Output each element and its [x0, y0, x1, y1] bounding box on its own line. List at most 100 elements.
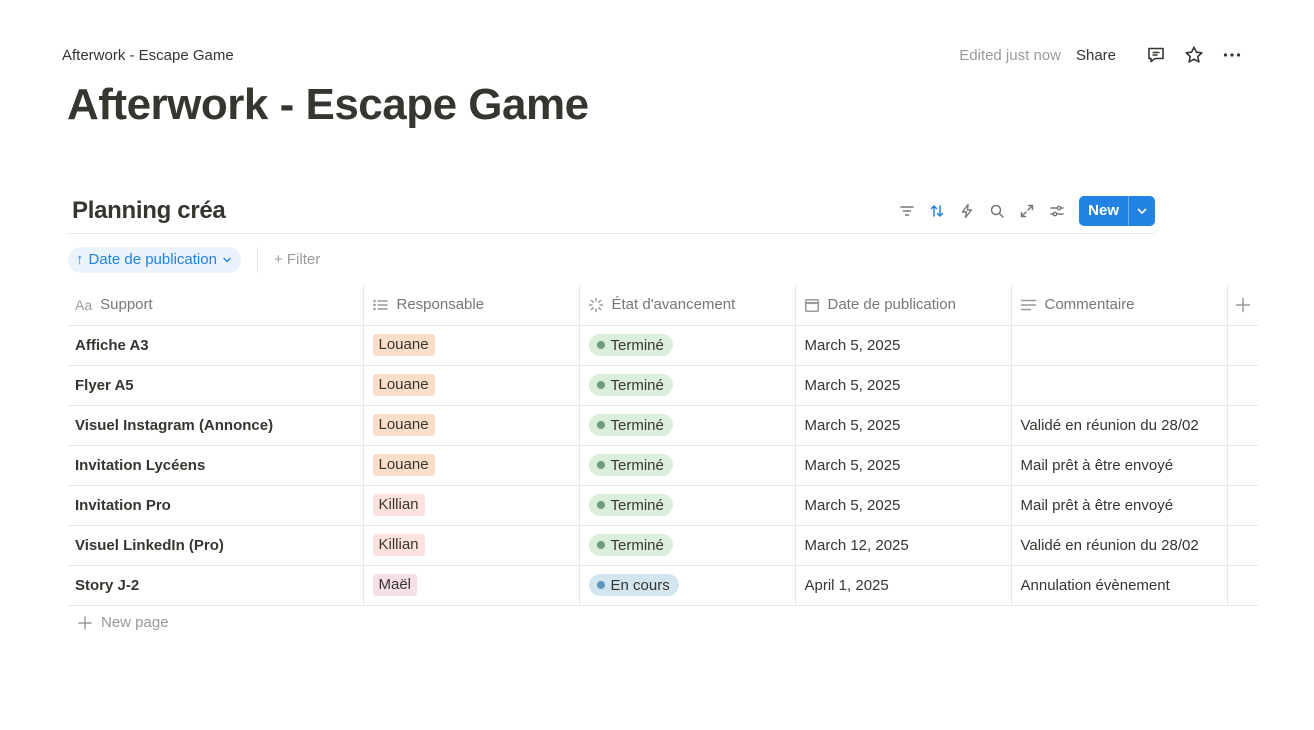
cell-date[interactable]: April 1, 2025: [794, 565, 1011, 606]
table-row[interactable]: Visuel Instagram (Annonce) Louane Termin…: [67, 405, 1258, 446]
cell-support[interactable]: Story J-2: [67, 565, 363, 606]
cell-responsable[interactable]: Louane: [362, 365, 579, 406]
cell-etat[interactable]: Terminé: [578, 485, 795, 526]
search-icon[interactable]: [982, 198, 1012, 224]
person-tag: Maël: [372, 574, 418, 596]
new-button[interactable]: New: [1079, 195, 1155, 226]
status-pill: Terminé: [588, 534, 673, 556]
table-row[interactable]: Invitation Pro Killian Terminé March 5, …: [67, 485, 1258, 526]
status-dot: [596, 501, 605, 509]
sort-chip[interactable]: ↑ Date de publication: [68, 246, 241, 273]
cell-responsable[interactable]: Killian: [362, 525, 579, 566]
cell-responsable[interactable]: Killian: [362, 485, 579, 526]
cell-commentaire[interactable]: Annulation évènement: [1010, 565, 1227, 606]
cell-etat[interactable]: Terminé: [578, 525, 795, 566]
table-row[interactable]: Affiche A3 Louane Terminé March 5, 2025: [67, 325, 1258, 366]
cell-empty: [1226, 365, 1258, 406]
person-tag: Killian: [372, 534, 425, 556]
cell-date[interactable]: March 5, 2025: [794, 325, 1011, 366]
cell-support[interactable]: Visuel LinkedIn (Pro): [67, 525, 363, 566]
database-title[interactable]: Planning créa: [72, 197, 226, 225]
sort-icon[interactable]: [922, 198, 952, 224]
expand-icon[interactable]: [1012, 198, 1042, 224]
cell-commentaire[interactable]: Validé en réunion du 28/02: [1010, 525, 1227, 566]
status-label: Terminé: [610, 376, 664, 394]
settings-icon[interactable]: [1042, 198, 1072, 224]
column-header-support[interactable]: Aa Support: [67, 285, 363, 326]
column-header-date[interactable]: Date de publication: [794, 285, 1011, 326]
status-dot: [596, 541, 605, 549]
cell-etat[interactable]: Terminé: [578, 445, 795, 486]
add-filter-button[interactable]: + Filter: [274, 251, 320, 268]
new-page-button[interactable]: New page: [78, 614, 169, 631]
column-label: État d'avancement: [611, 296, 736, 314]
share-button[interactable]: Share: [1076, 47, 1116, 64]
database-header: Planning créa New: [67, 188, 1155, 234]
table-row[interactable]: Visuel LinkedIn (Pro) Killian Terminé Ma…: [67, 525, 1258, 566]
cell-etat[interactable]: Terminé: [578, 325, 795, 366]
automation-icon[interactable]: [952, 198, 982, 224]
cell-support[interactable]: Invitation Lycéens: [67, 445, 363, 486]
status-pill: Terminé: [588, 454, 673, 476]
cell-support[interactable]: Affiche A3: [67, 325, 363, 366]
table-row[interactable]: Invitation Lycéens Louane Terminé March …: [67, 445, 1258, 486]
column-label: Support: [100, 296, 153, 314]
cell-commentaire[interactable]: [1010, 325, 1227, 366]
status-dot: [596, 581, 605, 589]
cell-date[interactable]: March 12, 2025: [794, 525, 1011, 566]
star-icon[interactable]: [1182, 43, 1206, 67]
status-pill: Terminé: [588, 334, 673, 356]
edited-status: Edited just now: [959, 46, 1061, 64]
plus-icon: [1235, 297, 1250, 312]
more-icon[interactable]: [1220, 43, 1244, 67]
column-label: Date de publication: [827, 296, 956, 314]
column-header-etat[interactable]: État d'avancement: [578, 285, 795, 326]
cell-etat[interactable]: Terminé: [578, 405, 795, 446]
page-title[interactable]: Afterwork - Escape Game: [67, 80, 589, 130]
cell-responsable[interactable]: Louane: [362, 405, 579, 446]
cell-etat[interactable]: En cours: [578, 565, 795, 606]
database-toolbar: New: [892, 195, 1155, 226]
cell-support[interactable]: Invitation Pro: [67, 485, 363, 526]
new-page-label: New page: [101, 614, 169, 631]
cell-support[interactable]: Flyer A5: [67, 365, 363, 406]
cell-commentaire[interactable]: [1010, 365, 1227, 406]
status-label: Terminé: [610, 336, 664, 354]
database-table: Aa Support Responsable État d'avancement: [67, 285, 1258, 606]
table-row[interactable]: Flyer A5 Louane Terminé March 5, 2025: [67, 365, 1258, 406]
filter-icon[interactable]: [892, 198, 922, 224]
add-property-button[interactable]: [1226, 285, 1258, 326]
cell-date[interactable]: March 5, 2025: [794, 365, 1011, 406]
cell-etat[interactable]: Terminé: [578, 365, 795, 406]
cell-commentaire[interactable]: Mail prêt à être envoyé: [1010, 485, 1227, 526]
column-header-responsable[interactable]: Responsable: [362, 285, 579, 326]
cell-empty: [1226, 445, 1258, 486]
status-pill: En cours: [588, 574, 679, 596]
cell-support[interactable]: Visuel Instagram (Annonce): [67, 405, 363, 446]
column-label: Commentaire: [1044, 296, 1135, 314]
cell-commentaire[interactable]: Validé en réunion du 28/02: [1010, 405, 1227, 446]
person-tag: Louane: [372, 454, 435, 476]
calendar-icon: [804, 298, 819, 312]
column-header-commentaire[interactable]: Commentaire: [1010, 285, 1227, 326]
cell-responsable[interactable]: Louane: [362, 325, 579, 366]
table-row[interactable]: Story J-2 Maël En cours April 1, 2025 An…: [67, 565, 1258, 606]
cell-responsable[interactable]: Maël: [362, 565, 579, 606]
new-button-label[interactable]: New: [1079, 196, 1128, 226]
status-label: Terminé: [610, 456, 664, 474]
cell-empty: [1226, 325, 1258, 366]
cell-date[interactable]: March 5, 2025: [794, 405, 1011, 446]
breadcrumb[interactable]: Afterwork - Escape Game: [62, 47, 234, 64]
status-icon: [588, 297, 603, 312]
person-tag: Killian: [372, 494, 425, 516]
topbar-actions: Edited just now Share: [959, 43, 1244, 67]
cell-date[interactable]: March 5, 2025: [794, 485, 1011, 526]
comment-icon[interactable]: [1144, 43, 1168, 67]
cell-commentaire[interactable]: Mail prêt à être envoyé: [1010, 445, 1227, 486]
chevron-down-icon[interactable]: [1129, 196, 1155, 226]
plus-icon: [78, 615, 92, 630]
cell-responsable[interactable]: Louane: [362, 445, 579, 486]
cell-date[interactable]: March 5, 2025: [794, 445, 1011, 486]
status-dot: [596, 421, 605, 429]
status-pill: Terminé: [588, 494, 673, 516]
